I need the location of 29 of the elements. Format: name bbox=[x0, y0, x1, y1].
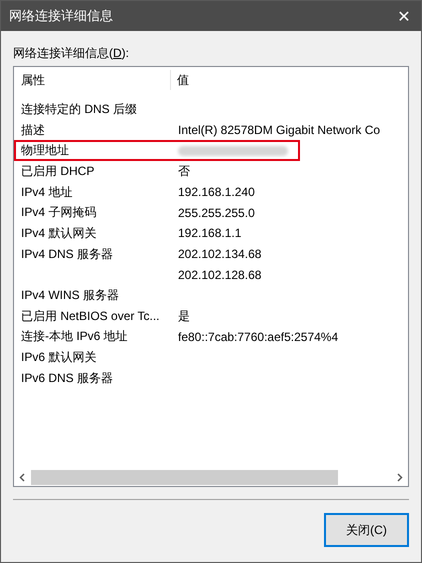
property-cell: IPv4 子网掩码 bbox=[21, 205, 96, 220]
value-cell-text: Intel(R) 82578DM Gigabit Network Co bbox=[177, 123, 380, 138]
value-cell-text: 202.102.134.68 bbox=[177, 247, 262, 262]
property-cell: IPv4 DNS 服务器 bbox=[21, 246, 114, 261]
value-cell-text: 192.168.1.240 bbox=[177, 185, 255, 200]
value-cell-text: 192.168.1.1 bbox=[177, 226, 242, 240]
property-cell: 已启用 DHCP bbox=[21, 164, 94, 178]
column-header[interactable]: 属性 bbox=[14, 70, 171, 90]
property-cell: IPv4 WINS 服务器 bbox=[21, 288, 120, 302]
value-cell-text: 202.102.128.68 bbox=[177, 268, 262, 282]
value-cell-text: 否 bbox=[177, 162, 190, 180]
column-header[interactable]: 值 bbox=[171, 70, 189, 90]
value-cell-text: fe80::7cab:7760:aef5:2574%4 bbox=[177, 330, 338, 344]
list-label: 网络连接详细信息(D): bbox=[13, 45, 130, 62]
property-cell: 连接特定的 DNS 后缀 bbox=[21, 102, 138, 116]
property-cell: 连接-本地 IPv6 地址 bbox=[21, 329, 128, 344]
property-cell: 描述 bbox=[21, 122, 45, 137]
property-cell: IPv6 DNS 服务器 bbox=[21, 370, 114, 385]
value-cell-text: 是 bbox=[177, 308, 190, 325]
property-cell: 物理地址 bbox=[21, 143, 69, 158]
property-cell: IPv4 默认网关 bbox=[21, 226, 96, 240]
value-cell-text: 255.255.255.0 bbox=[177, 206, 255, 220]
close-button[interactable]: ✕ bbox=[387, 1, 421, 31]
property-cell: IPv4 地址 bbox=[21, 184, 72, 199]
window-title: 网络连接详细信息 bbox=[9, 7, 113, 25]
scroll-thumb[interactable] bbox=[31, 470, 338, 485]
close-dialog-button[interactable]: 关闭(C) bbox=[324, 513, 409, 547]
property-cell: IPv6 默认网关 bbox=[21, 350, 96, 364]
property-cell: 已启用 NetBIOS over Tc... bbox=[21, 308, 160, 323]
